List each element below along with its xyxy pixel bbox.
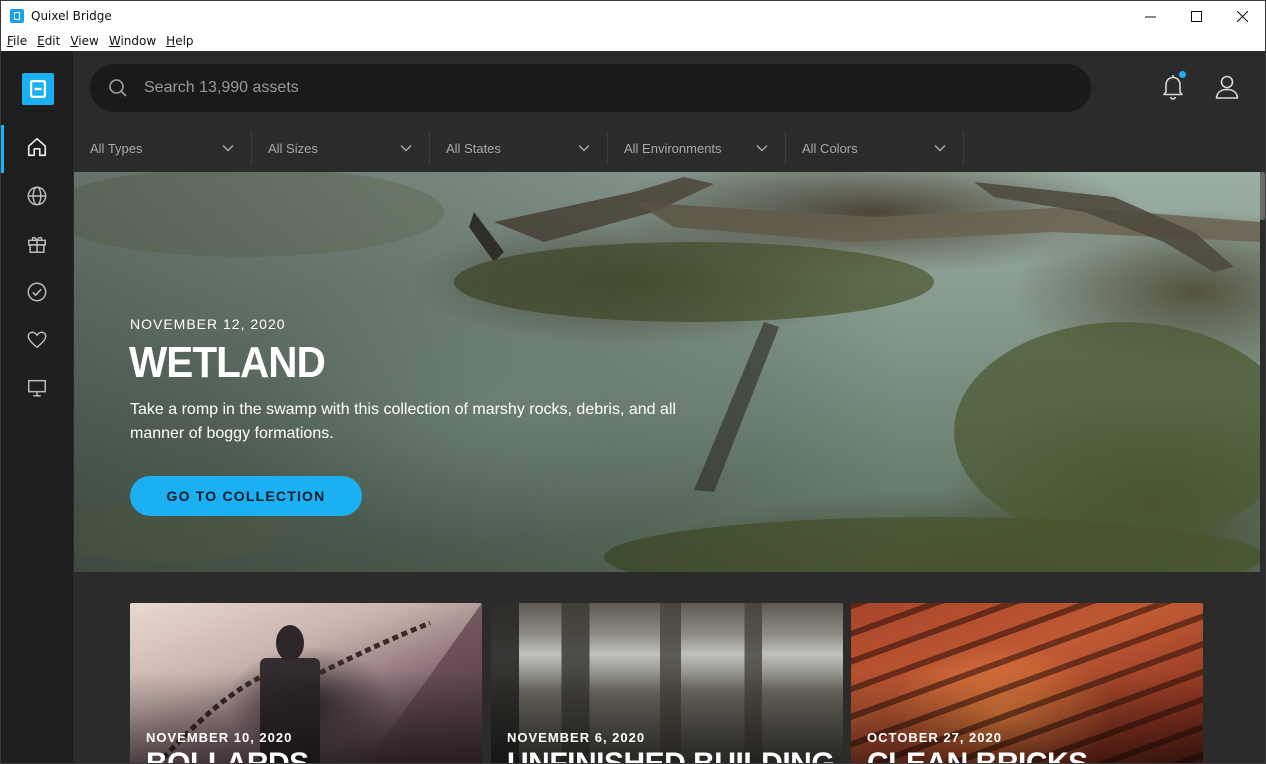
menu-help-mnemonic: H bbox=[166, 34, 176, 48]
filter-environments-label: All Environments bbox=[624, 140, 722, 156]
app-window: Quixel Bridge File Edit View Window Help bbox=[0, 0, 1266, 764]
minimize-icon bbox=[1144, 16, 1156, 17]
filter-states[interactable]: All States bbox=[430, 131, 608, 165]
search-bar[interactable] bbox=[90, 64, 1091, 112]
menu-view[interactable]: View bbox=[65, 34, 103, 48]
menu-bar: File Edit View Window Help bbox=[1, 31, 1265, 51]
card-title: BOLLARDS bbox=[146, 747, 309, 764]
gift-icon bbox=[28, 236, 46, 253]
filter-environments[interactable]: All Environments bbox=[608, 131, 786, 165]
filter-states-label: All States bbox=[446, 140, 501, 156]
sidebar-item-free[interactable] bbox=[1, 222, 73, 266]
hero-description: Take a romp in the swamp with this colle… bbox=[130, 401, 677, 442]
close-icon bbox=[1236, 10, 1248, 22]
filter-types-label: All Types bbox=[90, 140, 143, 156]
menu-view-rest: iew bbox=[78, 34, 99, 48]
menu-help-rest: elp bbox=[175, 34, 194, 48]
menu-edit-rest: dit bbox=[44, 34, 61, 48]
menu-edit[interactable]: Edit bbox=[32, 34, 65, 48]
chevron-down-icon bbox=[934, 144, 946, 152]
globe-icon bbox=[27, 186, 47, 206]
card-date: NOVEMBER 10, 2020 bbox=[146, 730, 293, 745]
chevron-down-icon bbox=[222, 144, 234, 152]
filter-sizes-label: All Sizes bbox=[268, 140, 318, 156]
sidebar-item-browse[interactable] bbox=[1, 174, 73, 218]
hero-banner: NOVEMBER 12, 2020 WETLAND Take a romp in… bbox=[74, 172, 1260, 572]
bridge-logo[interactable] bbox=[22, 73, 54, 105]
card-date: OCTOBER 27, 2020 bbox=[867, 730, 1002, 745]
card-title: CLEAN BRICKS bbox=[867, 747, 1088, 764]
hero-date: NOVEMBER 12, 2020 bbox=[130, 316, 286, 332]
filter-bar: All Types All Sizes All States All Envir… bbox=[74, 131, 964, 165]
title-bar: Quixel Bridge bbox=[1, 1, 1265, 31]
search-icon bbox=[109, 79, 127, 97]
filter-colors-label: All Colors bbox=[802, 140, 858, 156]
app-icon bbox=[10, 9, 24, 23]
maximize-icon bbox=[1190, 10, 1202, 22]
scrollbar-thumb[interactable] bbox=[1260, 172, 1265, 220]
user-account-icon[interactable] bbox=[1214, 73, 1240, 101]
menu-edit-mnemonic: E bbox=[37, 34, 45, 48]
card-date: NOVEMBER 6, 2020 bbox=[507, 730, 646, 745]
bridge-logo-icon bbox=[30, 80, 46, 98]
go-to-collection-button[interactable]: GO TO COLLECTION bbox=[130, 476, 362, 516]
sidebar-item-purchased[interactable] bbox=[1, 270, 73, 314]
notification-badge bbox=[1179, 71, 1186, 78]
chevron-down-icon bbox=[756, 144, 768, 152]
filter-sizes[interactable]: All Sizes bbox=[252, 131, 430, 165]
hero-title: WETLAND bbox=[129, 338, 326, 387]
menu-window-rest: indow bbox=[120, 34, 157, 48]
check-circle-icon bbox=[27, 282, 47, 302]
menu-file[interactable]: File bbox=[2, 34, 32, 48]
menu-help[interactable]: Help bbox=[161, 34, 198, 48]
collection-card-bollards[interactable]: NOVEMBER 10, 2020 BOLLARDS bbox=[130, 603, 482, 764]
home-icon bbox=[27, 137, 47, 157]
scrollbar[interactable] bbox=[1260, 172, 1265, 763]
menu-file-rest: ile bbox=[13, 34, 28, 48]
collection-card-clean-bricks[interactable]: OCTOBER 27, 2020 CLEAN BRICKS bbox=[851, 603, 1203, 764]
close-button[interactable] bbox=[1219, 1, 1265, 31]
maximize-button[interactable] bbox=[1173, 1, 1219, 31]
window-title: Quixel Bridge bbox=[31, 9, 112, 23]
menu-window[interactable]: Window bbox=[104, 34, 161, 48]
sidebar bbox=[1, 51, 73, 763]
minimize-button[interactable] bbox=[1127, 1, 1173, 31]
chevron-down-icon bbox=[578, 144, 590, 152]
card-title: UNFINISHED BUILDING bbox=[507, 747, 835, 764]
sidebar-item-favorites[interactable] bbox=[1, 318, 73, 362]
sidebar-item-home[interactable] bbox=[1, 125, 73, 173]
heart-icon bbox=[27, 331, 47, 349]
search-input[interactable] bbox=[144, 79, 944, 97]
collection-card-unfinished-building[interactable]: NOVEMBER 6, 2020 UNFINISHED BUILDING bbox=[491, 603, 843, 764]
window-controls bbox=[1127, 1, 1265, 31]
chevron-down-icon bbox=[400, 144, 412, 152]
sidebar-item-local[interactable] bbox=[1, 366, 73, 410]
filter-types[interactable]: All Types bbox=[74, 131, 252, 165]
filter-colors[interactable]: All Colors bbox=[786, 131, 964, 165]
menu-window-mnemonic: W bbox=[108, 34, 121, 48]
monitor-icon bbox=[28, 379, 46, 397]
app-content: All Types All Sizes All States All Envir… bbox=[1, 51, 1265, 764]
